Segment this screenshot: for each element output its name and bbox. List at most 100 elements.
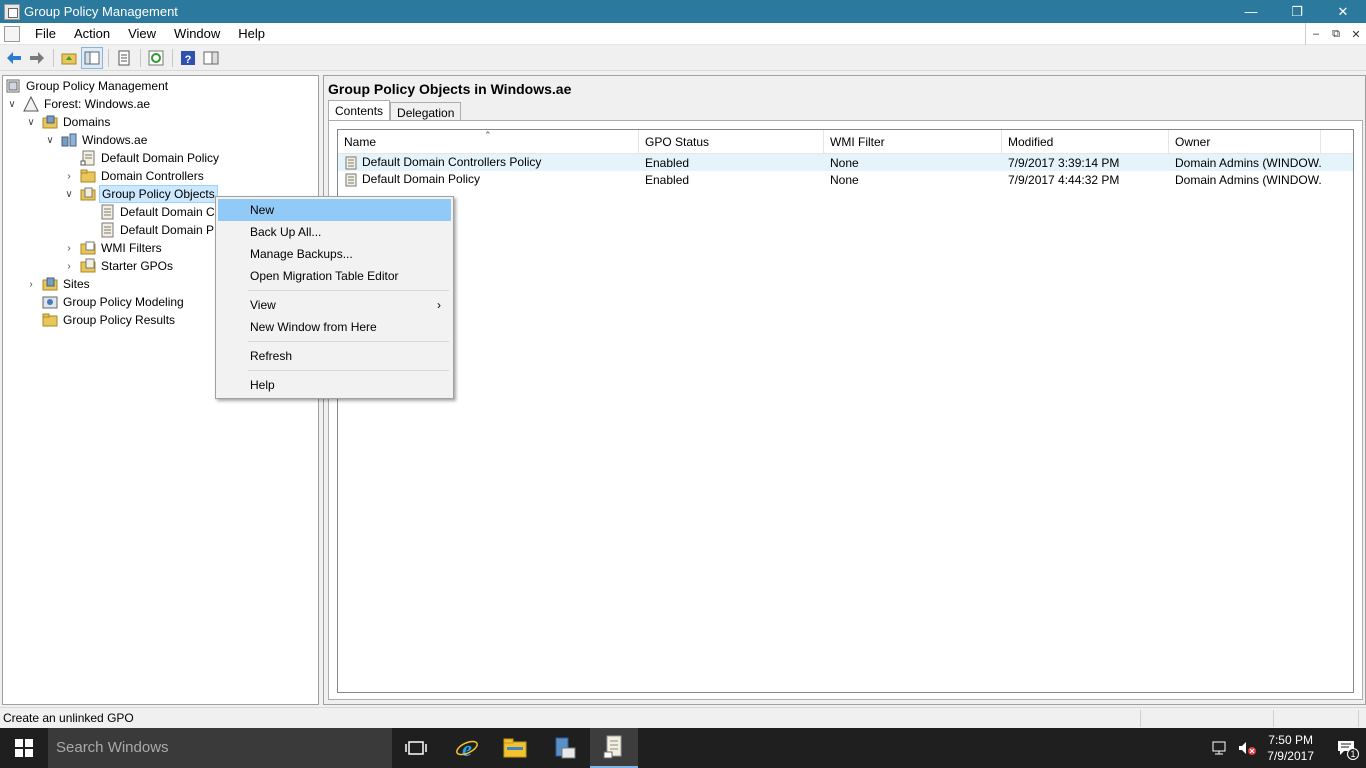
menu-item-new-window-from-here[interactable]: New Window from Here (218, 316, 451, 338)
network-icon[interactable] (1211, 740, 1229, 756)
column-header-gpo-status[interactable]: GPO Status (639, 130, 824, 153)
tree-item-domains[interactable]: ∨ Domains (24, 113, 112, 131)
tree-label: Domain Controllers (101, 169, 204, 183)
tree-item-default-domain-policy-link[interactable]: Default Domain Policy (62, 149, 221, 167)
volume-muted-icon[interactable] (1237, 740, 1257, 756)
refresh-button[interactable] (145, 47, 167, 69)
menu-action[interactable]: Action (65, 23, 119, 45)
toolbar-separator (172, 49, 173, 67)
chevron-down-icon[interactable]: ∨ (5, 97, 19, 111)
tab-body: ⌃ Name GPO Status WMI Filter Modified Ow… (328, 120, 1363, 700)
column-header-name[interactable]: ⌃ Name (338, 130, 639, 153)
tab-contents[interactable]: Contents (328, 100, 391, 121)
results-folder-icon (42, 312, 58, 328)
taskbar-search-box[interactable]: Search Windows (48, 728, 392, 768)
show-action-pane-button[interactable] (200, 47, 222, 69)
taskbar: Search Windows e 7:50 PM 7/9/2017 1 (0, 728, 1366, 768)
status-bar: Create an unlinked GPO (0, 707, 1366, 728)
sites-icon (42, 276, 58, 292)
task-view-icon (405, 741, 427, 755)
menu-view[interactable]: View (119, 23, 165, 45)
taskbar-internet-explorer[interactable]: e (443, 728, 491, 768)
gpo-icon (345, 173, 357, 187)
tree-item-domain[interactable]: ∨ Windows.ae (43, 131, 149, 149)
menu-help[interactable]: Help (229, 23, 274, 45)
chevron-down-icon[interactable]: ∨ (62, 187, 76, 201)
table-row[interactable]: Default Domain Controllers Policy Enable… (338, 154, 1353, 171)
task-view-button[interactable] (392, 728, 440, 768)
taskbar-clock[interactable]: 7:50 PM 7/9/2017 (1267, 732, 1314, 764)
menu-item-new[interactable]: New (218, 199, 451, 221)
status-divider (1358, 710, 1359, 727)
chevron-right-icon[interactable]: › (62, 241, 76, 255)
menu-item-manage-backups[interactable]: Manage Backups... (218, 243, 451, 265)
cell-modified: 7/9/2017 3:39:14 PM (1008, 155, 1120, 170)
tree-item-domain-controllers[interactable]: › Domain Controllers (62, 167, 206, 185)
tab-strip: Contents Delegation (328, 100, 462, 121)
table-row[interactable]: Default Domain Policy Enabled None 7/9/2… (338, 171, 1353, 188)
chevron-right-icon[interactable]: › (62, 169, 76, 183)
tab-delegation[interactable]: Delegation (390, 102, 462, 121)
wmi-folder-icon (80, 240, 96, 256)
restore-button[interactable]: ❐ (1274, 0, 1320, 23)
mdi-restore-button[interactable]: ⧉ (1326, 23, 1346, 45)
menu-item-view[interactable]: View › (218, 294, 451, 316)
menu-item-help[interactable]: Help (218, 374, 451, 396)
status-divider (1273, 710, 1274, 727)
column-header-wmi-filter[interactable]: WMI Filter (824, 130, 1002, 153)
action-center-button[interactable]: 1 (1326, 728, 1366, 768)
tree-item-modeling[interactable]: Group Policy Modeling (24, 293, 186, 311)
column-header-owner[interactable]: Owner (1169, 130, 1321, 153)
chevron-right-icon[interactable]: › (24, 277, 38, 291)
show-hide-tree-button[interactable] (81, 47, 103, 69)
tree-label: Group Policy Results (63, 313, 176, 327)
column-header-modified[interactable]: Modified (1002, 130, 1169, 153)
svg-text:e: e (462, 736, 472, 760)
start-button[interactable] (0, 728, 48, 768)
menu-window[interactable]: Window (165, 23, 229, 45)
menu-item-open-migration-table-editor[interactable]: Open Migration Table Editor (218, 265, 451, 287)
up-level-button[interactable] (58, 47, 80, 69)
taskbar-file-explorer[interactable] (491, 728, 539, 768)
system-menu-icon[interactable] (4, 25, 20, 42)
cell-wmi: None (830, 155, 859, 170)
close-button[interactable]: ✕ (1320, 0, 1366, 23)
tree-item-results[interactable]: Group Policy Results (24, 311, 177, 329)
chevron-down-icon[interactable]: ∨ (24, 115, 38, 129)
tree-item-starter-gpos[interactable]: › Starter GPOs (62, 257, 175, 275)
taskbar-server-manager[interactable] (541, 728, 589, 768)
chevron-right-icon[interactable]: › (62, 259, 76, 273)
tree-item-forest[interactable]: ∨ Forest: Windows.ae (5, 95, 152, 113)
menu-item-refresh[interactable]: Refresh (218, 345, 451, 367)
menu-item-back-up-all[interactable]: Back Up All... (218, 221, 451, 243)
mdi-close-button[interactable]: ✕ (1346, 23, 1366, 45)
properties-button[interactable] (113, 47, 135, 69)
clock-time: 7:50 PM (1268, 733, 1313, 747)
menu-file[interactable]: File (26, 23, 65, 45)
tree-item-gpo-child[interactable]: Default Domain C (81, 203, 217, 221)
cell-modified: 7/9/2017 4:44:32 PM (1008, 172, 1120, 187)
status-divider (1140, 710, 1141, 727)
minimize-button[interactable]: — (1228, 0, 1274, 23)
action-pane-icon (203, 51, 219, 65)
taskbar-group-policy-management[interactable] (590, 728, 638, 768)
tree-item-wmi-filters[interactable]: › WMI Filters (62, 239, 164, 257)
gpmc-app-icon[interactable] (4, 3, 20, 20)
tree-item-group-policy-objects[interactable]: ∨ Group Policy Objects (62, 185, 218, 203)
tree-item-sites[interactable]: › Sites (24, 275, 92, 293)
tree-item-root[interactable]: Group Policy Management (5, 77, 170, 95)
column-label: Name (344, 135, 377, 149)
mdi-minimize-button[interactable]: – (1306, 23, 1326, 45)
help-button[interactable]: ? (177, 47, 199, 69)
results-pane: Group Policy Objects in Windows.ae Conte… (323, 75, 1366, 705)
tree-item-gpo-child[interactable]: Default Domain P (81, 221, 216, 239)
chevron-down-icon[interactable]: ∨ (43, 133, 57, 147)
notification-count-badge: 1 (1347, 748, 1359, 760)
back-button[interactable] (3, 47, 25, 69)
gpmc-taskbar-icon (603, 735, 622, 759)
forward-button[interactable] (26, 47, 48, 69)
cell-name: Default Domain Policy (338, 172, 639, 187)
list-header: ⌃ Name GPO Status WMI Filter Modified Ow… (338, 130, 1353, 154)
